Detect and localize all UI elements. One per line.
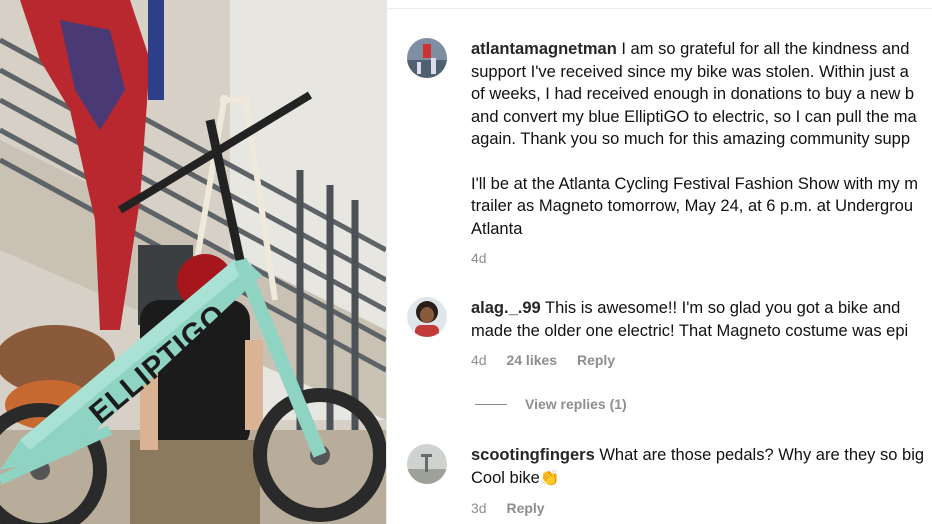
comment-username[interactable]: alag._.99 — [471, 299, 541, 317]
comment-line: and convert my blue ElliptiGO to electri… — [471, 107, 917, 126]
comment-line: Atlanta — [471, 219, 523, 238]
comment-text: scootingfingers What are those pedals? W… — [471, 446, 925, 464]
avatar-image — [407, 297, 447, 337]
comment-meta: 3d Reply — [471, 500, 932, 516]
divider — [387, 8, 932, 9]
likes-count[interactable]: 24 likes — [506, 352, 557, 368]
comments-panel: atlantamagnetman I am so grateful for al… — [386, 0, 932, 524]
comment-line: support I've received since my bike was … — [471, 62, 909, 81]
comment-time: 4d — [471, 250, 487, 266]
comment-username[interactable]: atlantamagnetman — [471, 40, 617, 58]
comment-time: 4d — [471, 352, 487, 368]
comment-line: I'll be at the Atlanta Cycling Festival … — [471, 174, 919, 193]
clap-emoji-icon: 👏 — [539, 469, 560, 487]
comment-line: again. Thank you so much for this amazin… — [471, 130, 910, 148]
comment-line: trailer as Magneto tomorrow, May 24, at … — [471, 197, 914, 215]
comment-meta: 4d — [471, 250, 932, 266]
replies-divider — [475, 403, 507, 405]
view-replies-label[interactable]: View replies (1) — [525, 396, 627, 412]
comment-username[interactable]: scootingfingers — [471, 446, 595, 464]
comment-line: Cool bike👏 — [471, 468, 560, 487]
avatar-image — [407, 444, 447, 484]
post-photo: ELLIPTIGO — [0, 0, 386, 524]
reply-button[interactable]: Reply — [577, 352, 615, 368]
view-replies-button[interactable]: View replies (1) — [475, 396, 627, 412]
avatar[interactable] — [407, 38, 447, 78]
comment-text: alag._.99 This is awesome!! I'm so glad … — [471, 299, 901, 317]
comment-text: atlantamagnetman I am so grateful for al… — [471, 40, 910, 58]
avatar[interactable] — [407, 444, 447, 484]
comment-line: of weeks, I had received enough in donat… — [471, 85, 915, 103]
avatar[interactable] — [407, 297, 447, 337]
reply-button[interactable]: Reply — [506, 500, 544, 516]
avatar-image — [407, 38, 447, 78]
comment-meta: 4d 24 likes Reply — [471, 352, 932, 368]
comment-time: 3d — [471, 500, 487, 516]
comment-line: made the older one electric! That Magnet… — [471, 321, 909, 340]
bike-photo-illustration: ELLIPTIGO — [0, 0, 386, 524]
